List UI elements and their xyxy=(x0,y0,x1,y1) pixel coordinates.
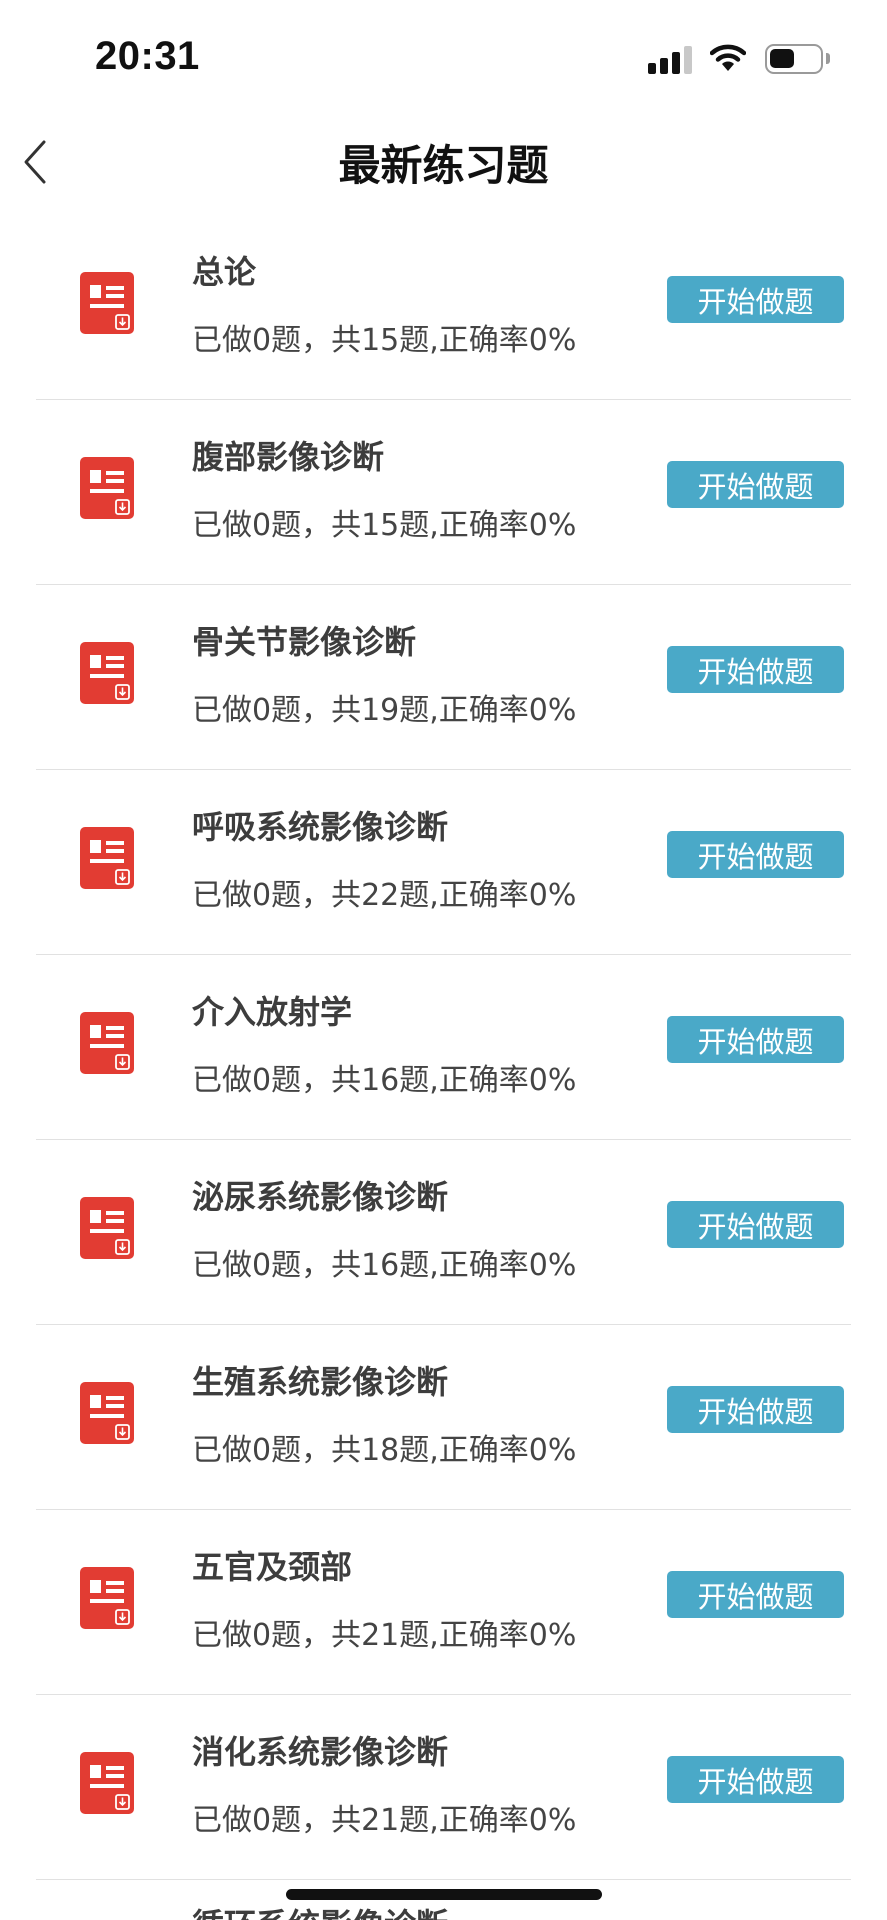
exercise-title: 呼吸系统影像诊断 xyxy=(192,808,449,846)
document-icon xyxy=(80,1567,134,1629)
start-exercise-button[interactable]: 开始做题 xyxy=(667,1756,844,1803)
page-title: 最新练习题 xyxy=(338,141,549,190)
list-item[interactable]: 介入放射学 已做0题，共16题,正确率0% 开始做题 xyxy=(0,955,887,1140)
list-item[interactable]: 总论 已做0题，共15题,正确率0% 开始做题 xyxy=(0,215,887,400)
exercise-title: 消化系统影像诊断 xyxy=(192,1733,449,1771)
exercise-title: 泌尿系统影像诊断 xyxy=(192,1178,449,1216)
start-exercise-button[interactable]: 开始做题 xyxy=(667,1571,844,1618)
document-icon xyxy=(80,642,134,704)
document-icon xyxy=(80,1197,134,1259)
start-exercise-button[interactable]: 开始做题 xyxy=(667,461,844,508)
exercise-title: 骨关节影像诊断 xyxy=(192,623,417,661)
cellular-signal-icon xyxy=(648,44,692,74)
document-icon xyxy=(80,1382,134,1444)
list-item[interactable]: 腹部影像诊断 已做0题，共15题,正确率0% 开始做题 xyxy=(0,400,887,585)
status-time: 20:31 xyxy=(95,34,200,78)
partial-item-title: 循环系统影像诊断 xyxy=(192,1900,448,1920)
exercise-progress: 已做0题，共22题,正确率0% xyxy=(192,878,577,913)
exercise-progress: 已做0题，共16题,正确率0% xyxy=(192,1063,577,1098)
list-item[interactable]: 骨关节影像诊断 已做0题，共19题,正确率0% 开始做题 xyxy=(0,585,887,770)
exercise-title: 五官及颈部 xyxy=(192,1548,353,1586)
exercise-progress: 已做0题，共16题,正确率0% xyxy=(192,1248,577,1283)
exercise-progress: 已做0题，共21题,正确率0% xyxy=(192,1803,577,1838)
exercise-progress: 已做0题，共19题,正确率0% xyxy=(192,693,577,728)
exercise-title: 总论 xyxy=(192,253,257,291)
exercise-list: 总论 已做0题，共15题,正确率0% 开始做题 腹部影像诊断 已做0题，共15题… xyxy=(0,215,887,1880)
exercise-progress: 已做0题，共15题,正确率0% xyxy=(192,323,577,358)
start-exercise-button[interactable]: 开始做题 xyxy=(667,1201,844,1248)
exercise-progress: 已做0题，共21题,正确率0% xyxy=(192,1618,577,1653)
document-icon xyxy=(80,457,134,519)
start-exercise-button[interactable]: 开始做题 xyxy=(667,276,844,323)
battery-tip xyxy=(826,53,830,64)
exercise-progress: 已做0题，共18题,正确率0% xyxy=(192,1433,577,1468)
list-item[interactable]: 泌尿系统影像诊断 已做0题，共16题,正确率0% 开始做题 xyxy=(0,1140,887,1325)
document-icon xyxy=(80,1752,134,1814)
document-icon xyxy=(80,272,134,334)
battery-icon xyxy=(765,44,823,74)
battery-level xyxy=(770,49,794,68)
wifi-icon xyxy=(709,42,747,74)
document-icon xyxy=(80,827,134,889)
home-indicator xyxy=(286,1889,602,1900)
exercise-title: 腹部影像诊断 xyxy=(192,438,385,476)
screen: 20:31 最新练习题 总论 已做0题，共15题,正确率0% 开始做题 腹部影像… xyxy=(0,0,887,1920)
start-exercise-button[interactable]: 开始做题 xyxy=(667,1386,844,1433)
start-exercise-button[interactable]: 开始做题 xyxy=(667,831,844,878)
exercise-title: 生殖系统影像诊断 xyxy=(192,1363,449,1401)
list-item[interactable]: 五官及颈部 已做0题，共21题,正确率0% 开始做题 xyxy=(0,1510,887,1695)
list-item[interactable]: 生殖系统影像诊断 已做0题，共18题,正确率0% 开始做题 xyxy=(0,1325,887,1510)
start-exercise-button[interactable]: 开始做题 xyxy=(667,1016,844,1063)
document-icon xyxy=(80,1012,134,1074)
status-bar: 20:31 xyxy=(0,0,887,110)
list-item[interactable]: 呼吸系统影像诊断 已做0题，共22题,正确率0% 开始做题 xyxy=(0,770,887,955)
exercise-title: 介入放射学 xyxy=(192,993,353,1031)
start-exercise-button[interactable]: 开始做题 xyxy=(667,646,844,693)
nav-bar: 最新练习题 xyxy=(0,110,887,210)
exercise-progress: 已做0题，共15题,正确率0% xyxy=(192,508,577,543)
list-item[interactable]: 消化系统影像诊断 已做0题，共21题,正确率0% 开始做题 xyxy=(0,1695,887,1880)
